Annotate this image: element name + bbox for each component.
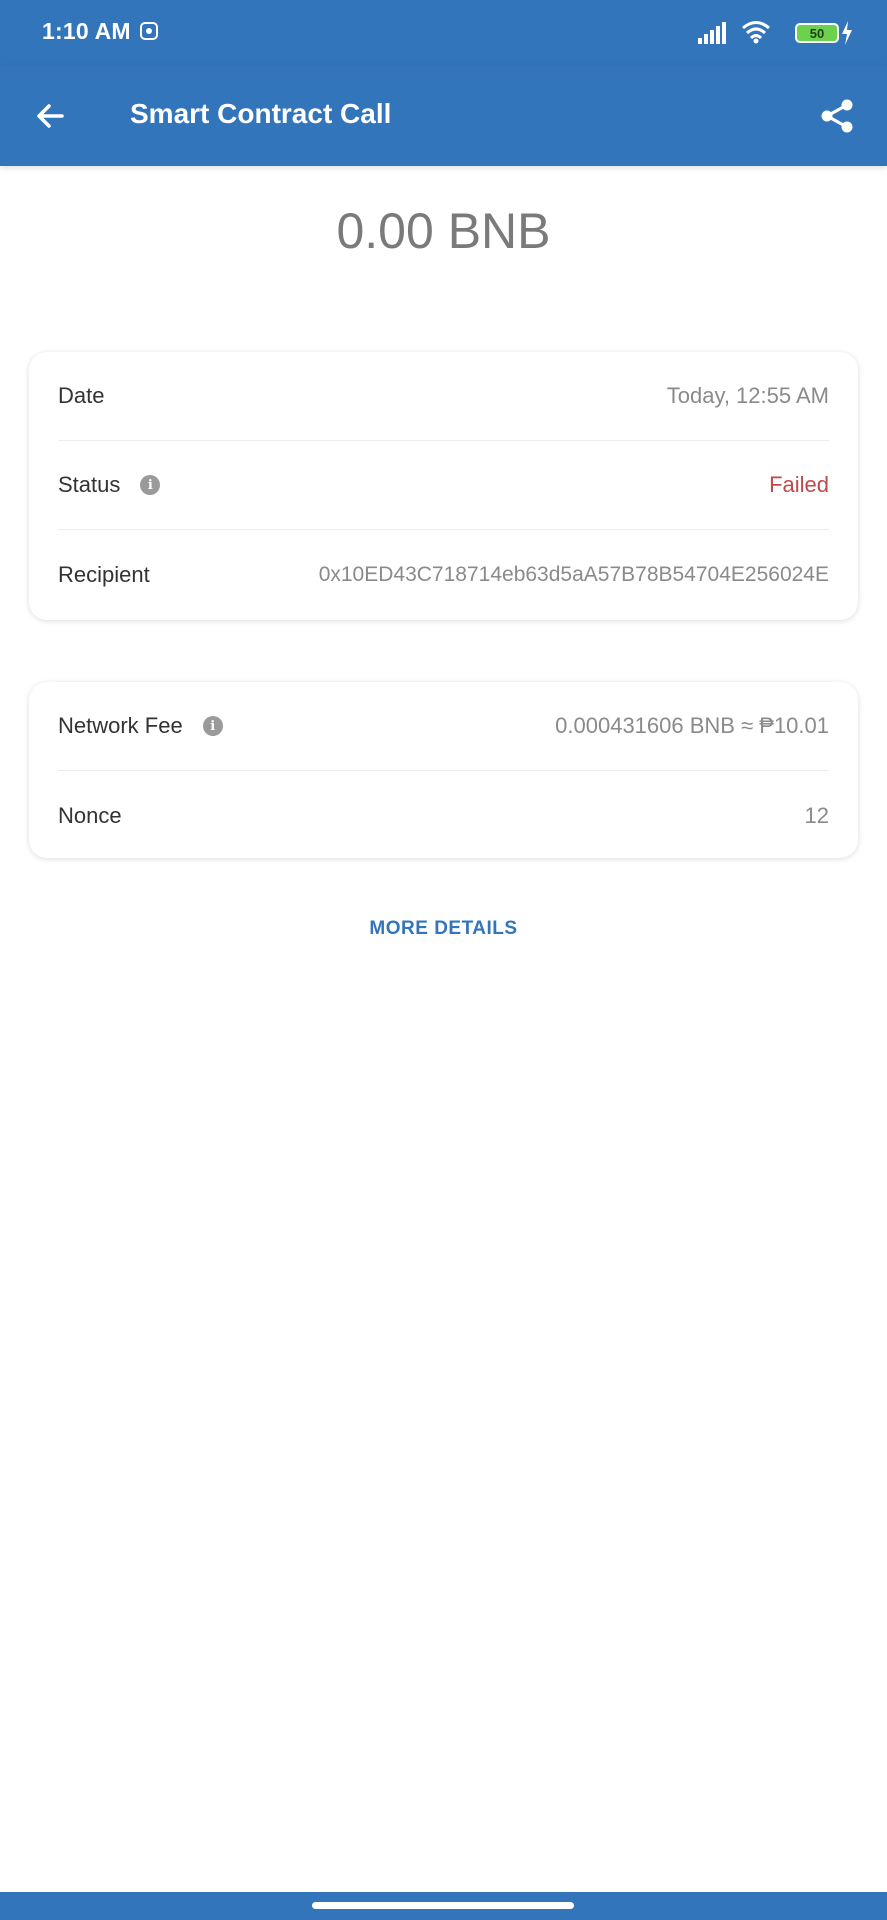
home-indicator[interactable] xyxy=(312,1902,574,1909)
status-value: Failed xyxy=(769,472,829,497)
status-row: Status i Failed xyxy=(58,441,829,530)
share-button[interactable] xyxy=(817,96,857,136)
status-time: 1:10 AM xyxy=(42,18,131,44)
battery-icon: 50 xyxy=(795,23,839,43)
status-label: Status xyxy=(58,472,121,497)
wifi-icon xyxy=(742,21,770,44)
network-fee-label: Network Fee xyxy=(58,713,183,738)
back-arrow-icon xyxy=(37,104,64,128)
network-fee-info-icon[interactable]: i xyxy=(202,716,223,736)
status-info-icon[interactable]: i xyxy=(140,475,161,495)
fee-details-card: Network Fee i 0.000431606 BNB ≈ ₱10.01 N… xyxy=(29,682,858,858)
nonce-label: Nonce xyxy=(58,802,122,828)
app-bar: Smart Contract Call xyxy=(0,66,887,166)
date-value: Today, 12:55 AM xyxy=(666,383,829,408)
battery-level: 50 xyxy=(809,25,825,41)
more-details-button[interactable]: MORE DETAILS xyxy=(0,918,887,940)
recipient-label: Recipient xyxy=(58,561,150,587)
date-row: Date Today, 12:55 AM xyxy=(58,352,829,441)
back-button[interactable] xyxy=(30,96,70,136)
network-fee-label-wrap: Network Fee i xyxy=(58,713,223,739)
recipient-address[interactable]: 0x10ED43C718714eb63d5aA57B78B54704E25602… xyxy=(319,563,829,587)
signal-icon xyxy=(698,22,726,44)
date-label: Date xyxy=(58,383,105,408)
network-fee-row: Network Fee i 0.000431606 BNB ≈ ₱10.01 xyxy=(58,682,829,771)
nonce-row: Nonce 12 xyxy=(58,771,829,860)
network-fee-value: 0.000431606 BNB ≈ ₱10.01 xyxy=(555,713,829,738)
page-title: Smart Contract Call xyxy=(130,98,392,129)
notification-icon xyxy=(140,22,158,40)
system-nav-bar xyxy=(0,1892,887,1920)
charging-icon xyxy=(842,21,852,45)
nonce-value: 12 xyxy=(804,802,829,828)
transaction-details-card: Date Today, 12:55 AM Status i Failed Rec… xyxy=(29,352,858,620)
transaction-amount: 0.00 BNB xyxy=(336,203,551,259)
status-bar: 1:10 AM 50 xyxy=(0,0,887,66)
share-icon xyxy=(821,99,853,133)
recipient-row[interactable]: Recipient 0x10ED43C718714eb63d5aA57B78B5… xyxy=(58,530,829,619)
status-label-wrap: Status i xyxy=(58,472,161,498)
